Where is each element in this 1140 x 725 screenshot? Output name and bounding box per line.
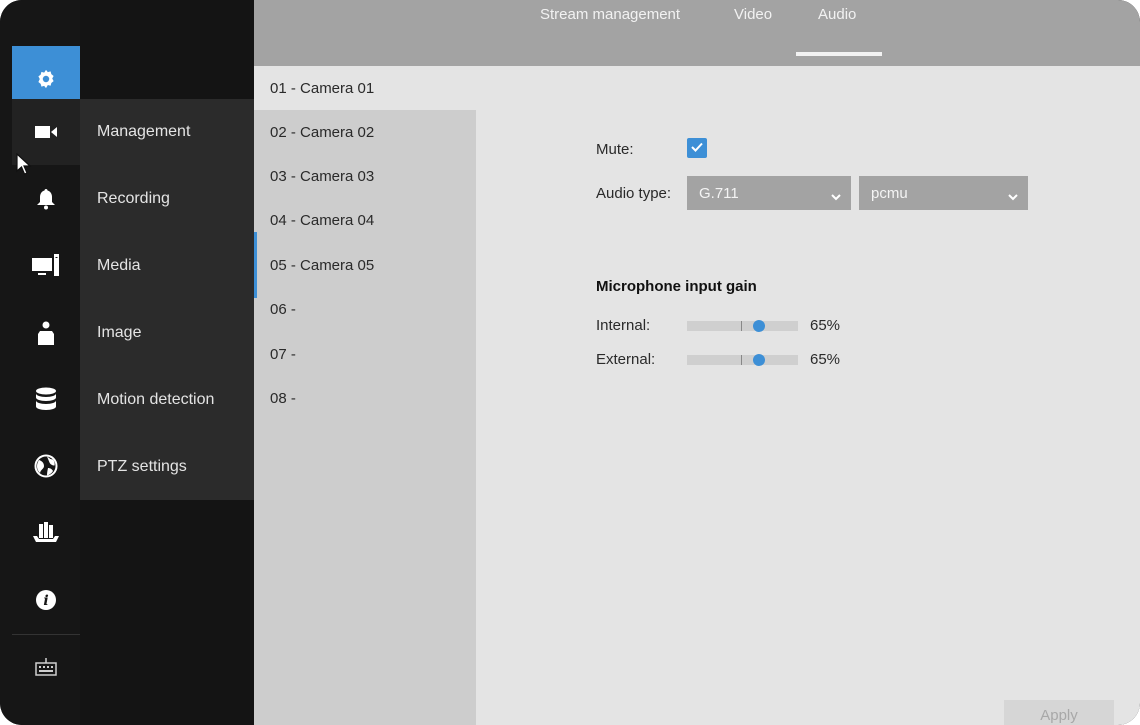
camera-item-05[interactable]: 05 - Camera 05 xyxy=(254,243,476,287)
camera-item-04[interactable]: 04 - Camera 04 xyxy=(254,198,476,242)
apply-button[interactable]: Apply xyxy=(1004,700,1114,725)
keyboard-icon xyxy=(35,658,57,676)
camera-item-01[interactable]: 01 - Camera 01 xyxy=(254,66,476,110)
app-window: i Management Recording Media Image Motio… xyxy=(0,0,1140,725)
submenu-item-ptz-settings[interactable]: PTZ settings xyxy=(97,434,187,500)
chevron-down-icon xyxy=(831,188,841,205)
display-nav-button[interactable] xyxy=(12,233,80,299)
camera-icon xyxy=(35,125,57,139)
camera-list-header xyxy=(254,0,476,66)
internal-gain-label: Internal: xyxy=(596,317,651,334)
tab-video[interactable]: Video xyxy=(734,6,772,23)
submenu-item-recording[interactable]: Recording xyxy=(97,166,170,232)
submenu-item-management[interactable]: Management xyxy=(97,99,190,165)
camera-item-07[interactable]: 07 - xyxy=(254,332,476,376)
slider-midpoint-tick xyxy=(741,321,742,331)
slider-midpoint-tick xyxy=(741,355,742,365)
svg-text:i: i xyxy=(43,593,48,609)
database-icon xyxy=(35,387,57,411)
submenu-item-motion-detection[interactable]: Motion detection xyxy=(97,367,214,433)
icon-rail: i xyxy=(0,0,81,725)
camera-item-08[interactable]: 08 - xyxy=(254,376,476,420)
mute-label: Mute: xyxy=(596,141,634,158)
internal-gain-slider[interactable] xyxy=(687,320,798,332)
external-gain-label: External: xyxy=(596,351,656,368)
active-tab-indicator xyxy=(796,52,882,56)
settings-tabbar: Stream management Video Audio xyxy=(476,0,1140,66)
audio-type-label: Audio type: xyxy=(596,185,672,202)
tab-audio[interactable]: Audio xyxy=(818,6,856,23)
audio-settings-panel: Mute: Audio type: G.711 pcmu Microphone … xyxy=(476,66,1140,725)
camera-list: 01 - Camera 01 02 - Camera 02 03 - Camer… xyxy=(254,0,476,725)
books-icon xyxy=(33,522,59,544)
external-gain-slider-handle[interactable] xyxy=(753,354,765,366)
person-icon xyxy=(38,321,54,345)
external-gain-value: 65% xyxy=(810,351,841,368)
internal-gain-value: 65% xyxy=(810,317,841,334)
checkmark-icon xyxy=(691,139,703,157)
mute-checkbox[interactable] xyxy=(687,138,707,158)
camera-item-06[interactable]: 06 - xyxy=(254,287,476,331)
recordings-nav-button[interactable] xyxy=(12,500,80,566)
bell-icon xyxy=(37,188,55,210)
audio-codec-value: G.711 xyxy=(699,184,739,202)
network-nav-button[interactable] xyxy=(12,433,80,499)
submenu-item-image[interactable]: Image xyxy=(97,300,141,366)
audio-codec-select[interactable]: G.711 xyxy=(687,176,851,210)
keyboard-nav-button[interactable] xyxy=(12,634,80,700)
monitor-icon xyxy=(32,254,60,278)
gear-icon xyxy=(35,68,57,90)
submenu-item-media[interactable]: Media xyxy=(97,233,141,299)
mouse-cursor-icon xyxy=(16,152,32,180)
about-nav-button[interactable]: i xyxy=(12,567,80,633)
submenu-list: Management Recording Media Image Motion … xyxy=(80,99,254,500)
settings-submenu: Management Recording Media Image Motion … xyxy=(80,0,254,725)
tab-stream-management[interactable]: Stream management xyxy=(540,6,680,23)
microphone-gain-heading: Microphone input gain xyxy=(596,278,757,295)
user-nav-button[interactable] xyxy=(12,300,80,366)
camera-item-02[interactable]: 02 - Camera 02 xyxy=(254,110,476,154)
chevron-down-icon xyxy=(1008,188,1018,205)
audio-mode-value: pcmu xyxy=(871,184,908,202)
storage-nav-button[interactable] xyxy=(12,366,80,432)
audio-mode-select[interactable]: pcmu xyxy=(859,176,1028,210)
camera-item-03[interactable]: 03 - Camera 03 xyxy=(254,154,476,198)
info-icon: i xyxy=(35,589,57,611)
globe-icon xyxy=(34,454,58,478)
internal-gain-slider-handle[interactable] xyxy=(753,320,765,332)
external-gain-slider[interactable] xyxy=(687,354,798,366)
